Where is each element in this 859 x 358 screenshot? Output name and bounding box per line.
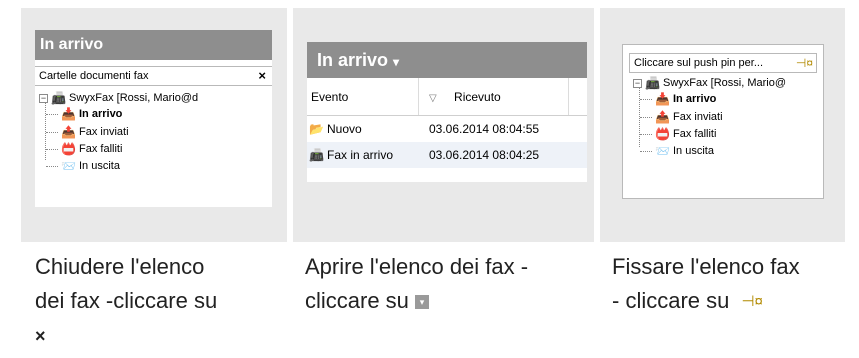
tree-branch <box>640 134 652 135</box>
table-row[interactable]: 📂 Nuovo 03.06.2014 08:04:55 <box>307 116 587 142</box>
column-received-label: Ricevuto <box>454 90 501 104</box>
cell-event: 📠 Fax in arrivo <box>307 142 419 168</box>
column-headers: Evento ▽ Ricevuto <box>307 78 587 116</box>
close-icon: × <box>35 326 46 347</box>
event-label: Nuovo <box>327 122 362 136</box>
tree-branch <box>640 117 652 118</box>
tree-root-label: SwyxFax [Rossi, Mario@d <box>69 92 199 104</box>
folder-tree: − 📠 SwyxFax [Rossi, Mario@ 📥 In arrivo 📤… <box>623 73 823 173</box>
tree-branch <box>46 149 58 150</box>
outgoing-fax-icon: 📨 <box>61 159 76 173</box>
tree-item-label: Fax falliti <box>673 128 717 140</box>
event-label: Fax in arrivo <box>327 148 394 162</box>
tree-item-fax-falliti[interactable]: 📛 Fax falliti <box>61 141 122 157</box>
fax-machine-icon: 📠 <box>645 76 660 90</box>
tree-item-in-arrivo[interactable]: 📥 In arrivo <box>61 106 122 122</box>
tree-item-label: In uscita <box>79 160 120 172</box>
caption-line: - cliccare su <box>612 288 730 313</box>
tree-item-fax-falliti[interactable]: 📛 Fax falliti <box>655 126 716 142</box>
tree-item-label: In arrivo <box>79 108 123 120</box>
tree-item-in-uscita[interactable]: 📨 In uscita <box>655 143 714 159</box>
column-event[interactable]: Evento <box>307 78 419 115</box>
tree-item-in-arrivo[interactable]: 📥 In arrivo <box>655 91 716 107</box>
screenshot-fax-list: In arrivo ▾ Evento ▽ Ricevuto 📂 Nuovo 03… <box>307 42 587 182</box>
panel-pin-fax-list: Cliccare sul push pin per... ⊣¤ − 📠 Swyx… <box>600 8 845 242</box>
tree-item-label: Fax inviati <box>673 111 723 123</box>
tree-guide <box>45 100 46 160</box>
tree-branch <box>46 114 58 115</box>
close-icon[interactable]: × <box>258 67 266 85</box>
caption-line: Fissare l'elenco fax <box>612 254 800 279</box>
caption-open: Aprire l'elenco dei fax - cliccare su ▾ <box>305 250 595 318</box>
caption-line: dei fax -cliccare su <box>35 288 218 313</box>
outgoing-fax-icon: 📨 <box>655 144 670 158</box>
sort-icon: ▽ <box>429 93 437 104</box>
received-date: 03.06.2014 08:04:55 <box>429 122 540 136</box>
fax-machine-icon: 📠 <box>51 91 66 105</box>
folder-pane-title: Cartelle documenti fax <box>39 70 149 82</box>
column-received[interactable]: ▽ Ricevuto <box>419 78 569 115</box>
folder-pane-title: Cliccare sul push pin per... <box>634 57 764 69</box>
panel-open-fax-list: In arrivo ▾ Evento ▽ Ricevuto 📂 Nuovo 03… <box>293 8 594 242</box>
folder-pane-title-bar: Cartelle documenti fax × <box>35 66 272 86</box>
panel-close-fax-list: In arrivo Cartelle documenti fax × − 📠 S… <box>21 8 287 242</box>
caption-pin: Fissare l'elenco fax - cliccare su ⊣¤ <box>612 250 852 319</box>
tree-branch <box>640 99 652 100</box>
tree-branch <box>46 166 58 167</box>
push-pin-icon[interactable]: ⊣¤ <box>796 54 813 72</box>
tree-root[interactable]: − 📠 SwyxFax [Rossi, Mario@ <box>633 75 786 91</box>
incoming-fax-icon: 📥 <box>61 107 76 121</box>
folder-tree: − 📠 SwyxFax [Rossi, Mario@d 📥 In arrivo … <box>35 86 272 186</box>
tree-item-label: Fax falliti <box>79 143 123 155</box>
caption-close: Chiudere l'elenco dei fax -cliccare su × <box>35 250 285 353</box>
new-fax-icon: 📂 <box>309 122 324 136</box>
incoming-fax-icon: 📥 <box>655 92 670 106</box>
caption-line: Aprire l'elenco dei fax - <box>305 254 529 279</box>
sent-fax-icon: 📤 <box>655 110 670 124</box>
folder-pane-title-bar: Cliccare sul push pin per... ⊣¤ <box>629 53 817 73</box>
dropdown-arrow-icon[interactable]: ▾ <box>393 55 399 69</box>
screenshot-fax-folders: In arrivo Cartelle documenti fax × − 📠 S… <box>35 30 272 207</box>
received-date: 03.06.2014 08:04:25 <box>429 148 540 162</box>
tree-item-in-uscita[interactable]: 📨 In uscita <box>61 158 120 174</box>
screenshot-pinned-folders: Cliccare sul push pin per... ⊣¤ − 📠 Swyx… <box>622 44 824 199</box>
tree-branch <box>46 132 58 133</box>
header-title: In arrivo <box>35 30 272 60</box>
sent-fax-icon: 📤 <box>61 125 76 139</box>
collapse-icon[interactable]: − <box>39 93 48 103</box>
tree-root-label: SwyxFax [Rossi, Mario@ <box>663 77 787 89</box>
incoming-fax-icon: 📠 <box>309 148 324 162</box>
tree-branch <box>640 151 652 152</box>
push-pin-icon: ⊣¤ <box>741 293 763 311</box>
tree-item-label: Fax inviati <box>79 126 129 138</box>
tree-item-label: In uscita <box>673 145 714 157</box>
tree-item-fax-inviati[interactable]: 📤 Fax inviati <box>655 109 723 125</box>
header-title: In arrivo <box>317 50 389 70</box>
table-row[interactable]: 📠 Fax in arrivo 03.06.2014 08:04:25 <box>307 142 587 168</box>
failed-fax-icon: 📛 <box>655 127 670 141</box>
header-bar[interactable]: In arrivo ▾ <box>307 42 587 78</box>
failed-fax-icon: 📛 <box>61 142 76 156</box>
caption-line: cliccare su <box>305 288 409 313</box>
tree-root[interactable]: − 📠 SwyxFax [Rossi, Mario@d <box>39 90 198 106</box>
dropdown-arrow-icon: ▾ <box>415 295 430 310</box>
tree-item-fax-inviati[interactable]: 📤 Fax inviati <box>61 124 129 140</box>
caption-line: Chiudere l'elenco <box>35 254 205 279</box>
cell-event: 📂 Nuovo <box>307 116 419 142</box>
tree-item-label: In arrivo <box>673 93 717 105</box>
collapse-icon[interactable]: − <box>633 78 642 88</box>
